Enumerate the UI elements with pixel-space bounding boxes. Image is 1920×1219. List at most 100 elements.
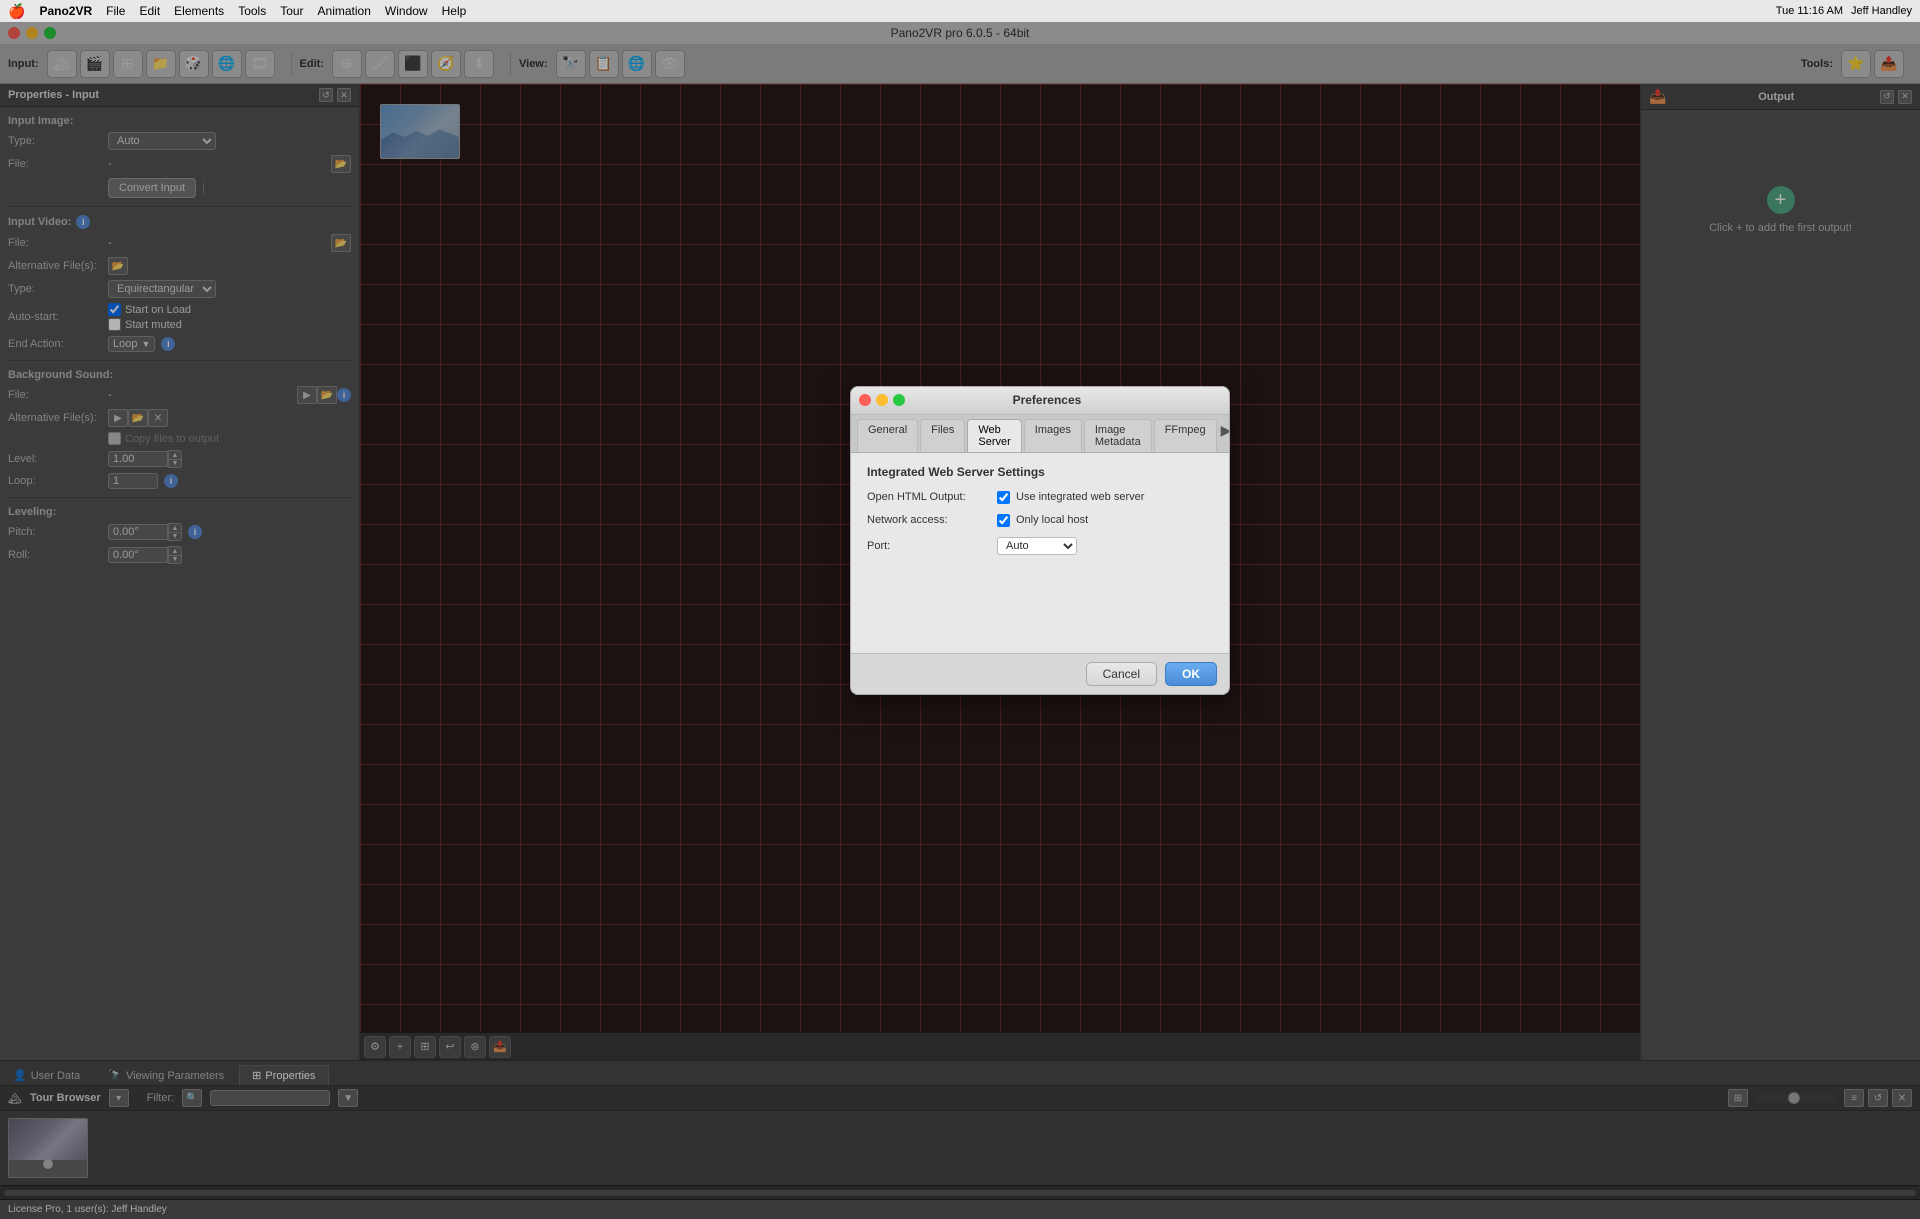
tab-files[interactable]: Files: [920, 419, 965, 452]
tour-thumbnail-1[interactable]: [8, 1118, 88, 1178]
sound-info-btn[interactable]: i: [337, 388, 351, 402]
input-folder-btn[interactable]: 📁: [146, 50, 176, 78]
sound-browse-btn[interactable]: 📂: [317, 386, 337, 404]
tab-general[interactable]: General: [857, 419, 918, 452]
filter-clear-btn[interactable]: ▼: [338, 1089, 358, 1107]
menu-tools[interactable]: Tools: [238, 4, 266, 18]
tab-properties[interactable]: ⊞ Properties: [239, 1065, 328, 1085]
tour-view-grid-btn[interactable]: ⊞: [1728, 1089, 1748, 1107]
edit-patch-btn[interactable]: ⬛: [398, 50, 428, 78]
canvas-filter-btn[interactable]: ⊛: [464, 1036, 486, 1058]
pitch-stepper[interactable]: ▲ ▼: [108, 523, 182, 541]
video-type-select[interactable]: Equirectangular Cube: [108, 280, 216, 298]
roll-up-btn[interactable]: ▲: [168, 546, 182, 555]
convert-input-btn[interactable]: Convert Input: [108, 178, 196, 198]
pitch-info-btn[interactable]: i: [188, 525, 202, 539]
canvas-grid-btn[interactable]: ⊞: [414, 1036, 436, 1058]
view-binoculars-btn[interactable]: 🔭: [556, 50, 586, 78]
tab-more-btn[interactable]: ▶: [1221, 419, 1230, 443]
level-down-btn[interactable]: ▼: [168, 459, 182, 468]
sound-alt-browse-btn[interactable]: 📂: [128, 409, 148, 427]
tour-browser-refresh-btn[interactable]: ↺: [1868, 1089, 1888, 1107]
filter-input[interactable]: [210, 1090, 330, 1106]
tab-images[interactable]: Images: [1024, 419, 1082, 452]
roll-input[interactable]: [108, 547, 168, 563]
input-video-btn[interactable]: 🎬: [80, 50, 110, 78]
level-up-btn[interactable]: ▲: [168, 450, 182, 459]
level-stepper[interactable]: ▲ ▼: [108, 450, 182, 468]
input-globe-btn[interactable]: 🌐: [212, 50, 242, 78]
input-film-btn[interactable]: 🎞: [245, 50, 275, 78]
tools-output-btn[interactable]: 📤: [1874, 50, 1904, 78]
close-button[interactable]: [8, 27, 20, 39]
menu-animation[interactable]: Animation: [318, 4, 371, 18]
pitch-up-btn[interactable]: ▲: [168, 523, 182, 532]
menu-tour[interactable]: Tour: [280, 4, 303, 18]
end-action-info-btn[interactable]: i: [161, 337, 175, 351]
roll-down-btn[interactable]: ▼: [168, 555, 182, 564]
loop-input[interactable]: [108, 473, 158, 489]
maximize-button[interactable]: [44, 27, 56, 39]
tour-browser-close-btn[interactable]: ✕: [1892, 1089, 1912, 1107]
input-cube-btn[interactable]: 🎲: [179, 50, 209, 78]
end-action-select[interactable]: Loop ▼: [108, 336, 155, 352]
app-name[interactable]: Pano2VR: [39, 4, 92, 18]
edit-skin-btn[interactable]: 🖌: [365, 50, 395, 78]
canvas-add-btn[interactable]: +: [389, 1036, 411, 1058]
copy-files-checkbox[interactable]: [108, 432, 121, 445]
pitch-down-btn[interactable]: ▼: [168, 532, 182, 541]
view-map-btn[interactable]: 👁: [655, 50, 685, 78]
cancel-button[interactable]: Cancel: [1086, 662, 1157, 686]
tab-ffmpeg[interactable]: FFmpeg: [1154, 419, 1217, 452]
start-on-load-checkbox[interactable]: [108, 303, 121, 316]
tab-user-data[interactable]: 👤 User Data: [0, 1065, 93, 1085]
canvas-settings-btn[interactable]: ⚙: [364, 1036, 386, 1058]
loop-info-btn[interactable]: i: [164, 474, 178, 488]
zoom-slider[interactable]: [1756, 1094, 1836, 1102]
menu-help[interactable]: Help: [442, 4, 467, 18]
start-muted-checkbox[interactable]: [108, 318, 121, 331]
sound-alt-play-btn[interactable]: ▶: [108, 409, 128, 427]
tools-star-btn[interactable]: ⭐: [1841, 50, 1871, 78]
sound-play-btn[interactable]: ▶: [297, 386, 317, 404]
only-local-host-checkbox[interactable]: [997, 514, 1010, 527]
video-alt-browse-btn[interactable]: 📂: [108, 257, 128, 275]
ok-button[interactable]: OK: [1165, 662, 1217, 686]
tab-image-metadata[interactable]: Image Metadata: [1084, 419, 1152, 452]
view-3d-btn[interactable]: 🌐: [622, 50, 652, 78]
use-integrated-checkbox[interactable]: [997, 491, 1010, 504]
video-file-browse-btn[interactable]: 📂: [331, 234, 351, 252]
menu-window[interactable]: Window: [385, 4, 428, 18]
sound-alt-remove-btn[interactable]: ✕: [148, 409, 168, 427]
menu-elements[interactable]: Elements: [174, 4, 224, 18]
tab-web-server[interactable]: Web Server: [967, 419, 1021, 452]
panel-close-btn[interactable]: ✕: [337, 88, 351, 102]
panel-refresh-btn[interactable]: ↺: [319, 88, 333, 102]
edit-nadir-btn[interactable]: ⬇: [464, 50, 494, 78]
edit-north-btn[interactable]: 🧭: [431, 50, 461, 78]
input-video-info-btn[interactable]: i: [76, 215, 90, 229]
level-input[interactable]: [108, 451, 168, 467]
dialog-minimize-btn[interactable]: [876, 394, 888, 406]
add-output-btn[interactable]: +: [1767, 186, 1795, 214]
filter-icon-btn[interactable]: 🔍: [182, 1089, 202, 1107]
view-list-btn[interactable]: 📋: [589, 50, 619, 78]
tour-view-list-btn[interactable]: ≡: [1844, 1089, 1864, 1107]
menu-file[interactable]: File: [106, 4, 125, 18]
apple-menu[interactable]: 🍎: [8, 3, 25, 20]
pitch-input[interactable]: [108, 524, 168, 540]
roll-stepper[interactable]: ▲ ▼: [108, 546, 182, 564]
input-multi-btn[interactable]: ⊞: [113, 50, 143, 78]
canvas-undo-btn[interactable]: ↩: [439, 1036, 461, 1058]
port-select[interactable]: Auto 8080 8888: [997, 537, 1077, 555]
scrollbar-track[interactable]: [4, 1190, 1916, 1196]
tour-browser-options-btn[interactable]: ▾: [109, 1089, 129, 1107]
type-select[interactable]: Auto Equirectangular Cube: [108, 132, 216, 150]
bottom-scrollbar[interactable]: [0, 1185, 1920, 1199]
right-panel-close-btn[interactable]: ✕: [1898, 90, 1912, 104]
input-panorama-btn[interactable]: 🏔: [47, 50, 77, 78]
minimize-button[interactable]: [26, 27, 38, 39]
edit-hotspots-btn[interactable]: ⊕: [332, 50, 362, 78]
file-browse-btn[interactable]: 📂: [331, 155, 351, 173]
right-panel-refresh-btn[interactable]: ↺: [1880, 90, 1894, 104]
